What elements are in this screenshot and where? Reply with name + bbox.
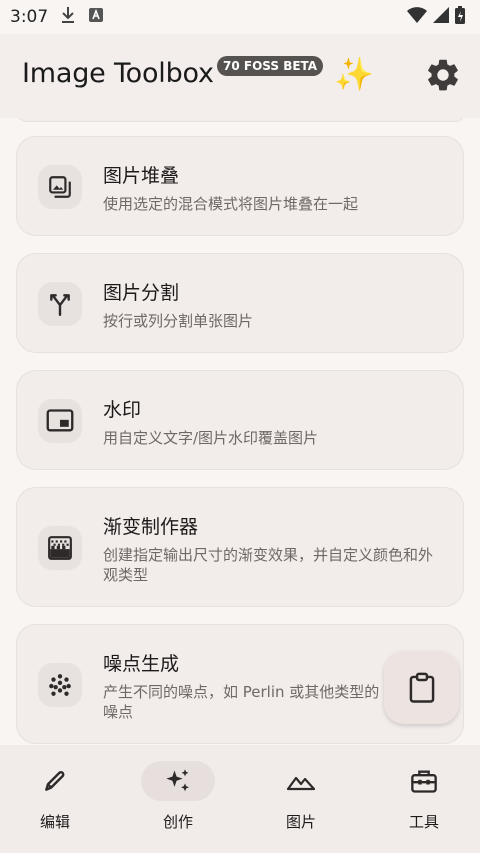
nav-images[interactable]: 图片 <box>246 761 356 832</box>
gear-icon <box>428 59 458 91</box>
nav-label: 工具 <box>408 813 439 831</box>
battery-icon <box>454 5 466 30</box>
app-title: Image Toolbox <box>22 58 214 89</box>
tool-subtitle: 用自定义文字/图片水印覆盖图片 <box>103 429 319 447</box>
tool-title: 图片堆叠 <box>103 165 180 187</box>
wifi-icon <box>406 6 428 29</box>
settings-button[interactable] <box>424 56 462 94</box>
signal-icon <box>432 6 450 29</box>
top-app-bar: Image Toolbox 70 FOSS BETA ✨ <box>0 34 480 118</box>
tool-title: 噪点生成 <box>103 653 180 675</box>
clipboard-icon <box>409 672 434 703</box>
tool-title: 渐变制作器 <box>103 516 199 538</box>
tool-subtitle: 按行或列分割单张图片 <box>103 312 254 330</box>
sparkles-icon <box>166 769 189 792</box>
pencil-icon <box>45 771 65 791</box>
tool-card-gradient[interactable]: 渐变制作器 创建指定输出尺寸的渐变效果，并自定义颜色和外观类型 <box>16 487 464 607</box>
paste-fab[interactable] <box>384 651 459 724</box>
nav-label: 图片 <box>285 813 316 831</box>
nav-label: 创作 <box>162 813 193 831</box>
sparkle-button[interactable]: ✨ <box>334 56 374 92</box>
mountains-icon <box>286 776 316 791</box>
tool-title: 图片分割 <box>103 282 180 304</box>
bottom-navigation: 编辑 创作 图片 工具 <box>0 745 480 853</box>
status-time: 3:07 <box>10 7 49 27</box>
tool-subtitle: 产生不同的噪点，如 Perlin 或其他类型的噪点 <box>103 683 380 721</box>
version-badge: 70 FOSS BETA <box>217 56 324 76</box>
tool-card-watermark[interactable]: 水印 用自定义文字/图片水印覆盖图片 <box>16 370 464 470</box>
split-arrows-icon <box>38 282 82 326</box>
tool-card-image-split[interactable]: 图片分割 按行或列分割单张图片 <box>16 253 464 353</box>
toolbox-icon <box>411 770 437 793</box>
nav-edit[interactable]: 编辑 <box>0 761 110 832</box>
nav-label: 编辑 <box>39 813 70 831</box>
download-icon <box>60 6 76 29</box>
nav-tools[interactable]: 工具 <box>369 761 479 832</box>
noise-dots-icon <box>38 663 82 707</box>
tool-card-image-stack[interactable]: 图片堆叠 使用选定的混合模式将图片堆叠在一起 <box>16 136 464 236</box>
partial-card <box>16 118 466 122</box>
tool-subtitle: 创建指定输出尺寸的渐变效果，并自定义颜色和外观类型 <box>103 546 434 584</box>
gradient-icon <box>38 526 82 570</box>
tool-subtitle: 使用选定的混合模式将图片堆叠在一起 <box>103 195 359 213</box>
tool-title: 水印 <box>103 399 142 421</box>
picture-in-picture-icon <box>38 399 82 443</box>
image-stack-icon <box>38 165 82 209</box>
nav-create[interactable]: 创作 <box>123 761 233 832</box>
sparkle-icon: ✨ <box>334 55 374 93</box>
font-a-icon <box>88 7 104 28</box>
status-bar: 3:07 <box>0 0 480 34</box>
